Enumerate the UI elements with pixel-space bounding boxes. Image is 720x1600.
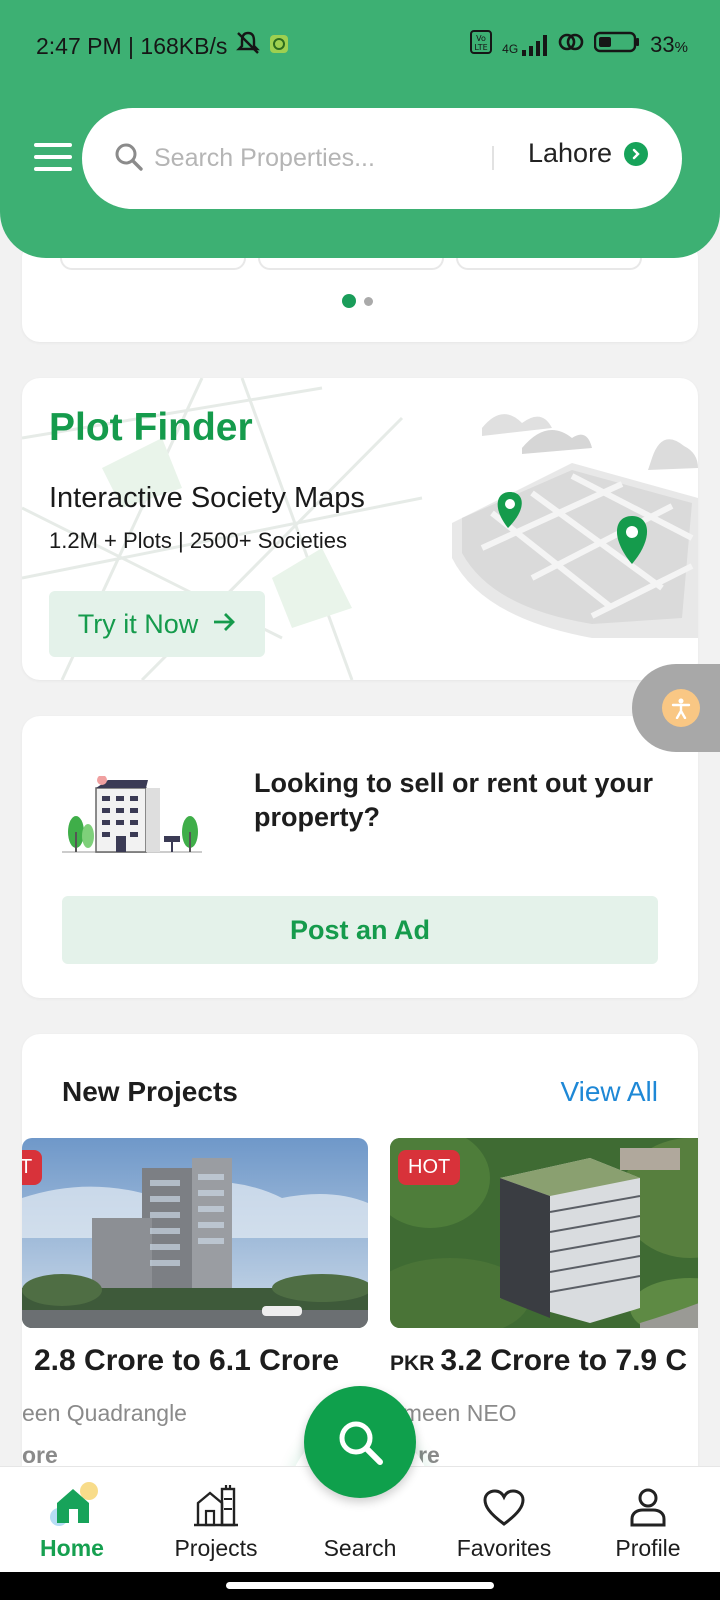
post-an-ad-label: Post an Ad [289,914,430,945]
project-name: een Quadrangle [22,1400,187,1426]
city-label: Lahore [528,138,613,168]
nav-projects-label: Projects [174,1535,258,1561]
nav-profile[interactable]: Profile [576,1467,720,1573]
building-illustration [62,776,202,853]
project-price: PKR 3.2 Crore to 7.9 C [390,1344,688,1377]
hot-badge: T [22,1150,43,1185]
post-an-ad-button[interactable]: Post an Ad [62,896,658,964]
app-notification-icon [269,33,289,60]
project-card[interactable]: T 2.8 Crore to 6.1 Crore een Quadrangle … [22,1138,368,1468]
search-fab-button[interactable] [304,1386,416,1498]
network-type: 4G [502,42,519,56]
svg-text:LTE: LTE [475,43,488,52]
plot-finder-card[interactable]: Plot Finder Interactive Society Maps 1.2… [22,378,698,680]
accessibility-button[interactable] [632,664,720,752]
mute-icon [235,30,261,62]
volte-icon: Vo LTE [470,30,493,60]
heart-icon [483,1483,525,1527]
app-header: 2:47 PM | 168KB/s Vo LTE 4G 33% Search P… [0,0,720,258]
sell-property-card: Looking to sell or rent out your propert… [22,716,698,998]
status-time-speed: 2:47 PM | 168KB/s [36,32,228,59]
menu-icon [34,143,72,147]
battery-level: 33% [650,32,688,57]
sell-prompt-text: Looking to sell or rent out your propert… [254,768,654,832]
search-bar[interactable]: Lahore [82,108,682,209]
building-icon [194,1483,238,1527]
chevron-right-icon [624,141,649,166]
status-bar: 2:47 PM | 168KB/s Vo LTE 4G 33% [0,0,720,90]
hot-badge: HOT [398,1150,461,1185]
plot-finder-subtitle: Interactive Society Maps [49,482,365,514]
gesture-bar [0,1572,720,1600]
city-selector[interactable]: Lahore [528,138,649,169]
search-input[interactable] [154,138,474,178]
plot-finder-stats: 1.2M + Plots | 2500+ Societies [49,528,347,553]
carousel-dot [364,296,373,306]
view-all-link[interactable]: View All [560,1076,658,1108]
project-city: ore [22,1442,58,1468]
accessibility-icon [662,689,700,727]
project-price: 2.8 Crore to 6.1 Crore [34,1344,340,1377]
arrow-right-icon [212,609,236,640]
nav-home-label: Home [40,1535,104,1561]
home-indicator[interactable] [226,1582,494,1589]
project-card[interactable]: HOT PKR3.2 Crore to 7.9 C ameen NEO hore [390,1138,698,1468]
new-projects-heading: New Projects [62,1076,238,1107]
svg-text:Vo: Vo [476,34,486,43]
battery-icon [593,31,640,59]
isometric-map-illustration [452,414,698,638]
user-icon [629,1483,667,1527]
menu-button[interactable] [34,143,72,171]
project-image: HOT [390,1138,698,1328]
search-icon [114,142,144,177]
link-icon [558,31,584,59]
search-divider [492,146,494,170]
home-icon [45,1482,99,1527]
nav-home[interactable]: Home [0,1467,144,1573]
carousel-indicator [342,294,373,308]
nav-favorites-label: Favorites [456,1535,552,1561]
try-it-now-button[interactable]: Try it Now [49,591,265,657]
project-image: T [22,1138,368,1328]
search-icon [339,1421,383,1465]
nav-favorites[interactable]: Favorites [432,1467,576,1573]
nav-projects[interactable]: Projects [144,1467,288,1573]
signal-icon: 4G [502,34,548,56]
plot-finder-title: Plot Finder [49,406,253,449]
carousel-dot-active [342,294,356,308]
try-it-now-label: Try it Now [77,608,199,639]
nav-search-label: Search [323,1535,397,1561]
nav-profile-label: Profile [615,1535,681,1561]
